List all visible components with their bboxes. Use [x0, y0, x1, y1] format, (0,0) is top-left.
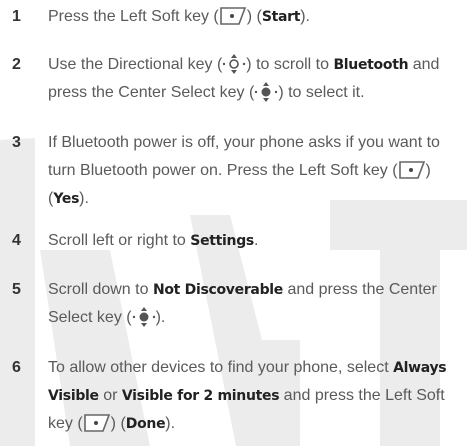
step-text: Use the Directional key () to scroll to …	[48, 51, 462, 107]
text-run: Scroll down to	[48, 281, 153, 298]
text-run: ) to select it.	[278, 84, 365, 101]
center-select-key-icon	[132, 307, 156, 327]
step-number: 4	[12, 232, 21, 249]
text-run: Press the Left Soft key (	[48, 8, 219, 25]
step-number: 3	[12, 134, 21, 151]
step-number: 2	[12, 56, 21, 73]
text-run: ) (	[246, 8, 262, 25]
bold-term: Yes	[53, 191, 80, 207]
bold-term: Visible for 2 minutes	[121, 388, 280, 404]
text-run: Use the Directional key (	[48, 56, 223, 73]
bold-term: Start	[261, 9, 301, 25]
directional-key-icon	[222, 54, 246, 74]
text-run: ) to scroll to	[246, 56, 334, 73]
text-run: Scroll left or right to	[48, 232, 191, 249]
text-run: ).	[79, 190, 89, 207]
step-text: Scroll left or right to Settings.	[48, 227, 462, 255]
left-soft-key-icon	[219, 6, 247, 26]
step-text: Press the Left Soft key ( ) (Start).	[48, 3, 462, 31]
text-run: ) (	[110, 415, 126, 432]
step-text: If Bluetooth power is off, your phone as…	[48, 129, 462, 213]
step-text: To allow other devices to find your phon…	[48, 354, 462, 438]
text-run: .	[253, 232, 259, 249]
text-run: To allow other devices to find your phon…	[48, 359, 394, 376]
left-soft-key-icon	[83, 413, 111, 433]
bold-term: Settings	[190, 233, 254, 249]
text-run: ).	[300, 8, 310, 25]
step-number: 5	[12, 281, 21, 298]
text-run: or	[98, 387, 122, 404]
left-soft-key-icon	[398, 160, 426, 180]
text-run: If Bluetooth power is off, your phone as…	[48, 134, 440, 179]
bold-term: Not Discoverable	[152, 282, 283, 298]
center-select-key-icon	[254, 82, 278, 102]
step-number: 1	[12, 8, 21, 25]
step-number: 6	[12, 359, 21, 376]
text-run: ).	[155, 309, 166, 326]
bold-term: Done	[125, 416, 166, 432]
text-run: ).	[165, 415, 176, 432]
bold-term: Bluetooth	[333, 57, 409, 73]
step-text: Scroll down to Not Discoverable and pres…	[48, 276, 462, 332]
